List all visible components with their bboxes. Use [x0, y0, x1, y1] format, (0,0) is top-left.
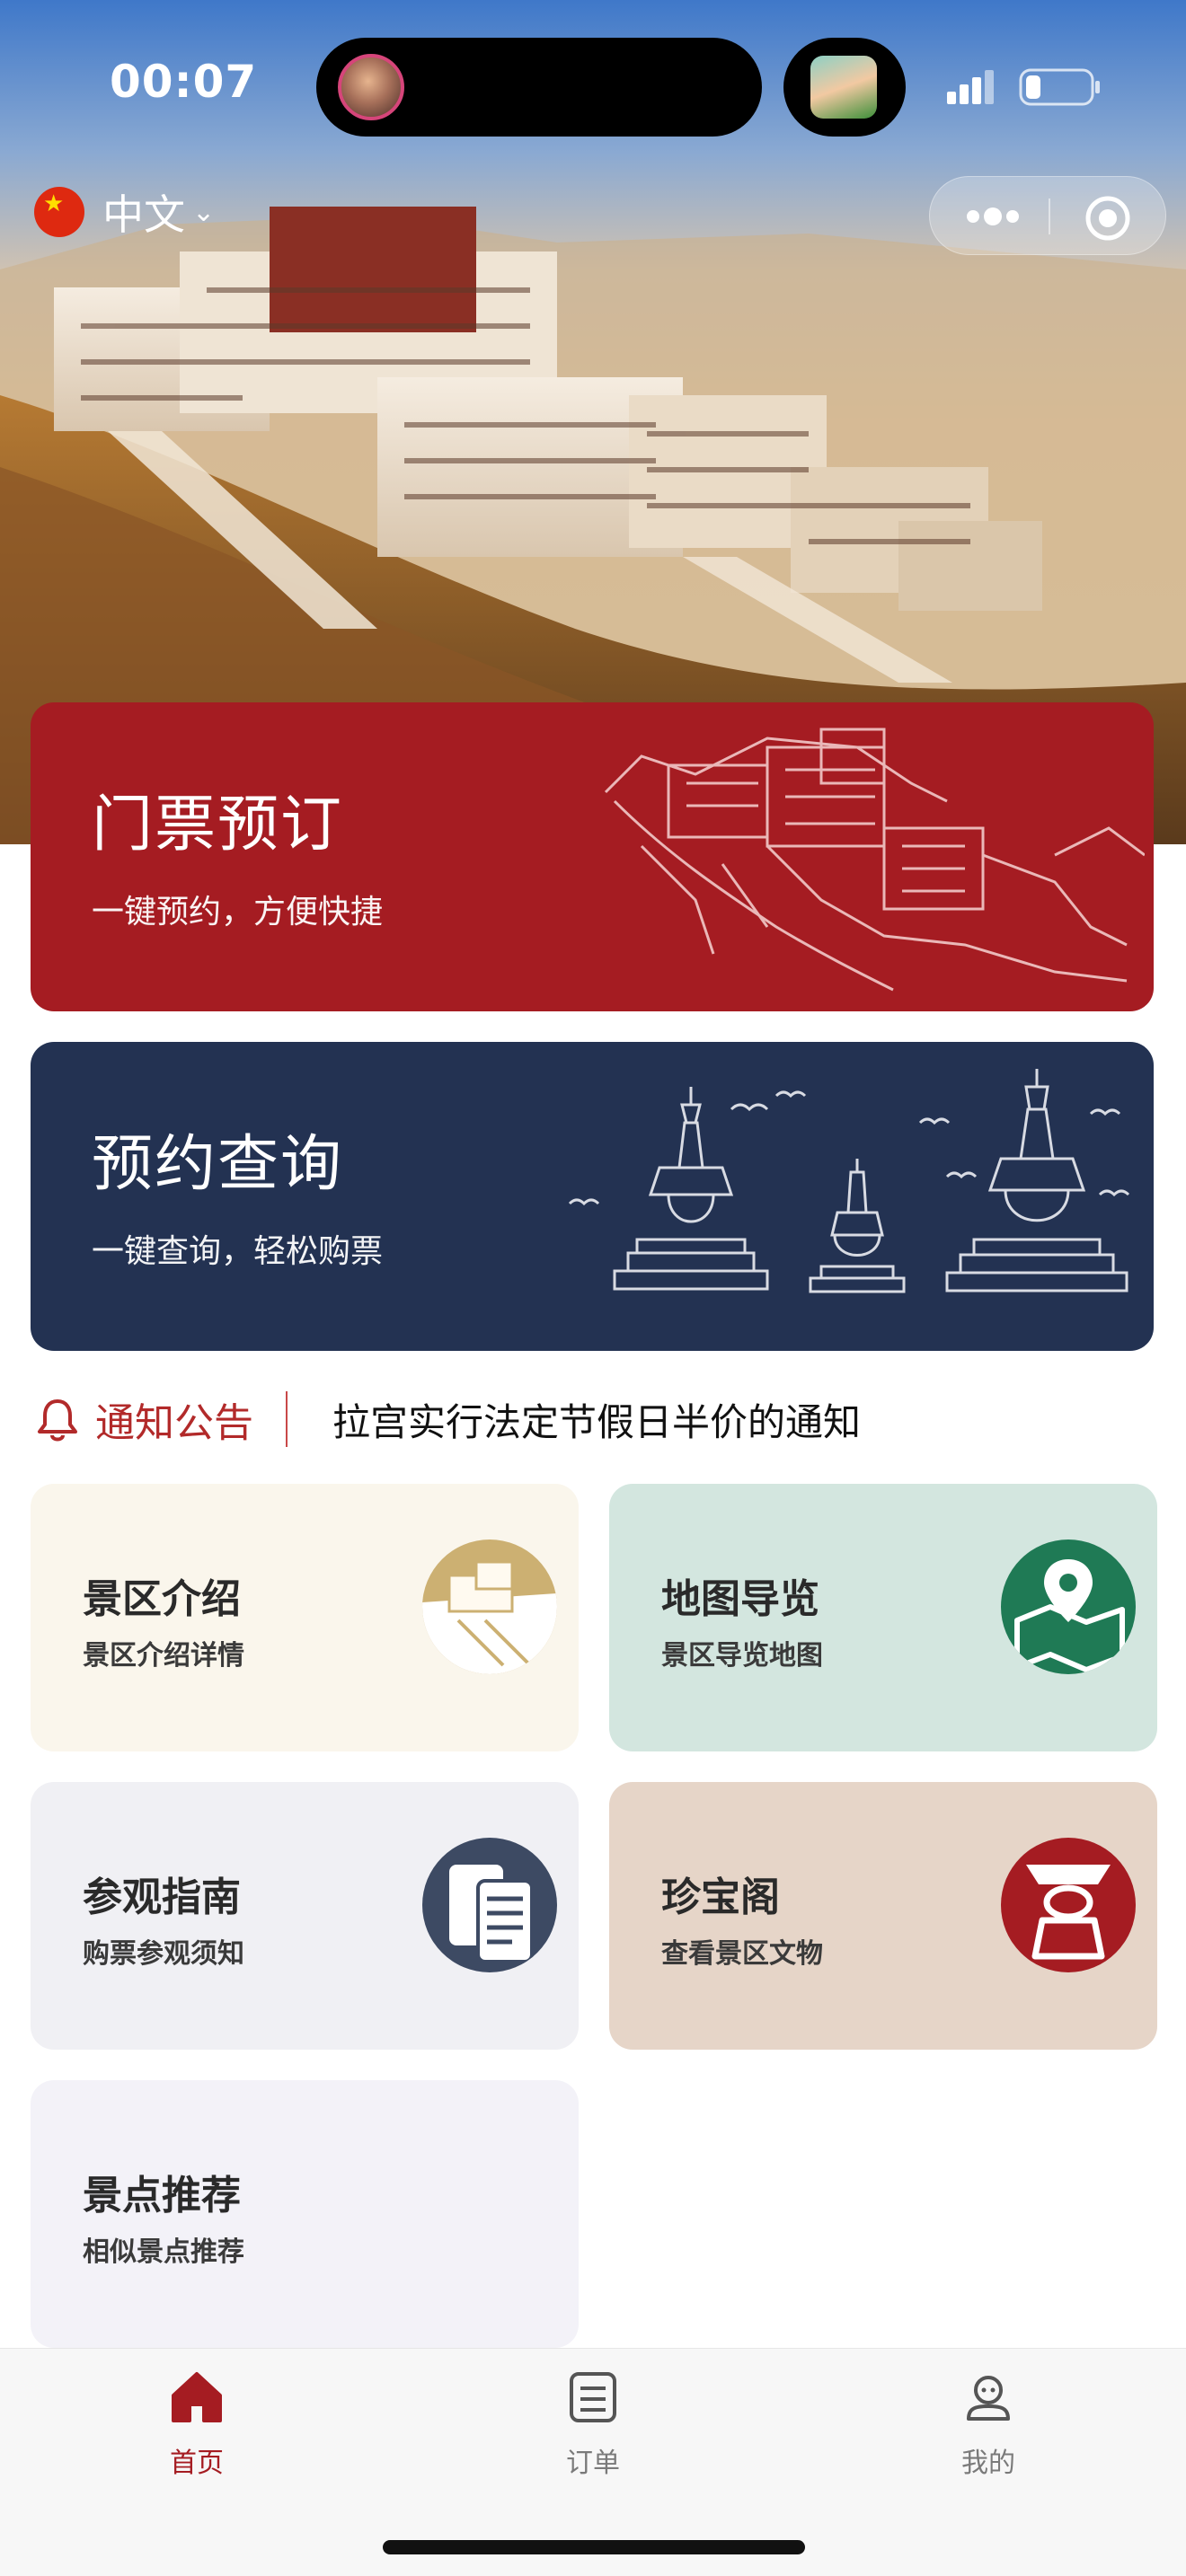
tile-title: 参观指南 — [83, 1875, 241, 1920]
more-icon[interactable] — [964, 202, 1022, 231]
notice-divider — [286, 1391, 288, 1447]
visit-guide-tile[interactable]: 参观指南 购票参观须知 — [31, 1782, 579, 2050]
miniprogram-capsule — [929, 176, 1166, 255]
dynamic-island — [316, 38, 762, 137]
treasure-pavilion-tile[interactable]: 珍宝阁 查看景区文物 — [609, 1782, 1157, 2050]
live-activity-thumbnail — [810, 56, 877, 119]
language-label: 中文 — [102, 190, 185, 239]
chevron-down-icon: ⌄ — [192, 196, 216, 228]
tab-orders[interactable]: 订单 — [503, 2369, 683, 2480]
close-miniprogram-icon[interactable] — [1083, 193, 1133, 243]
reservation-query-subtitle: 一键查询，轻松购票 — [92, 1233, 384, 1270]
tile-subtitle: 购票参观须知 — [83, 1938, 244, 1970]
ticket-booking-card[interactable]: 门票预订 一键预约，方便快捷 — [31, 702, 1154, 1011]
ticket-booking-title: 门票预订 — [92, 790, 344, 860]
battery-icon — [1019, 68, 1100, 106]
profile-icon — [967, 2376, 1010, 2421]
scenic-intro-tile[interactable]: 景区介绍 景区介绍详情 — [31, 1484, 579, 1751]
notice-label: 通知公告 — [95, 1400, 253, 1446]
tab-label: 订单 — [566, 2448, 620, 2479]
tile-title: 地图导览 — [661, 1576, 819, 1622]
status-time: 00:07 — [110, 56, 258, 108]
status-icons — [947, 68, 1100, 106]
palace-icon — [422, 1539, 557, 1674]
order-icon — [570, 2372, 616, 2422]
stupa-line-art-icon — [568, 1069, 1130, 1293]
dynamic-island-secondary — [783, 38, 906, 137]
home-icon — [172, 2372, 222, 2422]
tile-title: 珍宝阁 — [661, 1875, 780, 1920]
map-guide-tile[interactable]: 地图导览 景区导览地图 — [609, 1484, 1157, 1751]
tile-subtitle: 景区介绍详情 — [83, 1640, 244, 1672]
tile-title: 景点推荐 — [83, 2173, 241, 2219]
tab-profile[interactable]: 我的 — [898, 2369, 1078, 2480]
language-switcher[interactable]: ★ 中文 ⌄ — [34, 185, 215, 239]
ticket-booking-subtitle: 一键预约，方便快捷 — [92, 894, 384, 931]
document-icon — [422, 1838, 557, 1972]
live-activity-avatar — [338, 54, 404, 120]
notice-bar[interactable]: 通知公告 拉宫实行法定节假日半价的通知 — [36, 1383, 1159, 1455]
map-pin-icon — [1001, 1539, 1136, 1674]
bell-icon — [38, 1399, 77, 1442]
notice-text: 拉宫实行法定节假日半价的通知 — [332, 1399, 862, 1444]
treasure-icon — [1001, 1838, 1136, 1972]
tab-label: 我的 — [961, 2448, 1015, 2479]
tile-subtitle: 相似景点推荐 — [83, 2236, 244, 2268]
tab-home[interactable]: 首页 — [107, 2369, 287, 2480]
attraction-recommend-tile[interactable]: 景点推荐 相似景点推荐 — [31, 2080, 579, 2348]
tab-label: 首页 — [170, 2448, 224, 2479]
reservation-query-title: 预约查询 — [92, 1129, 344, 1200]
tile-subtitle: 查看景区文物 — [661, 1938, 823, 1970]
palace-line-art-icon — [604, 728, 1145, 992]
capsule-divider — [1049, 198, 1050, 234]
home-indicator — [383, 2540, 805, 2554]
tile-title: 景区介绍 — [83, 1576, 241, 1622]
china-flag-icon: ★ — [34, 187, 84, 237]
cellular-signal-icon — [947, 70, 994, 104]
tile-subtitle: 景区导览地图 — [661, 1640, 823, 1672]
reservation-query-card[interactable]: 预约查询 一键查询，轻松购票 — [31, 1042, 1154, 1351]
